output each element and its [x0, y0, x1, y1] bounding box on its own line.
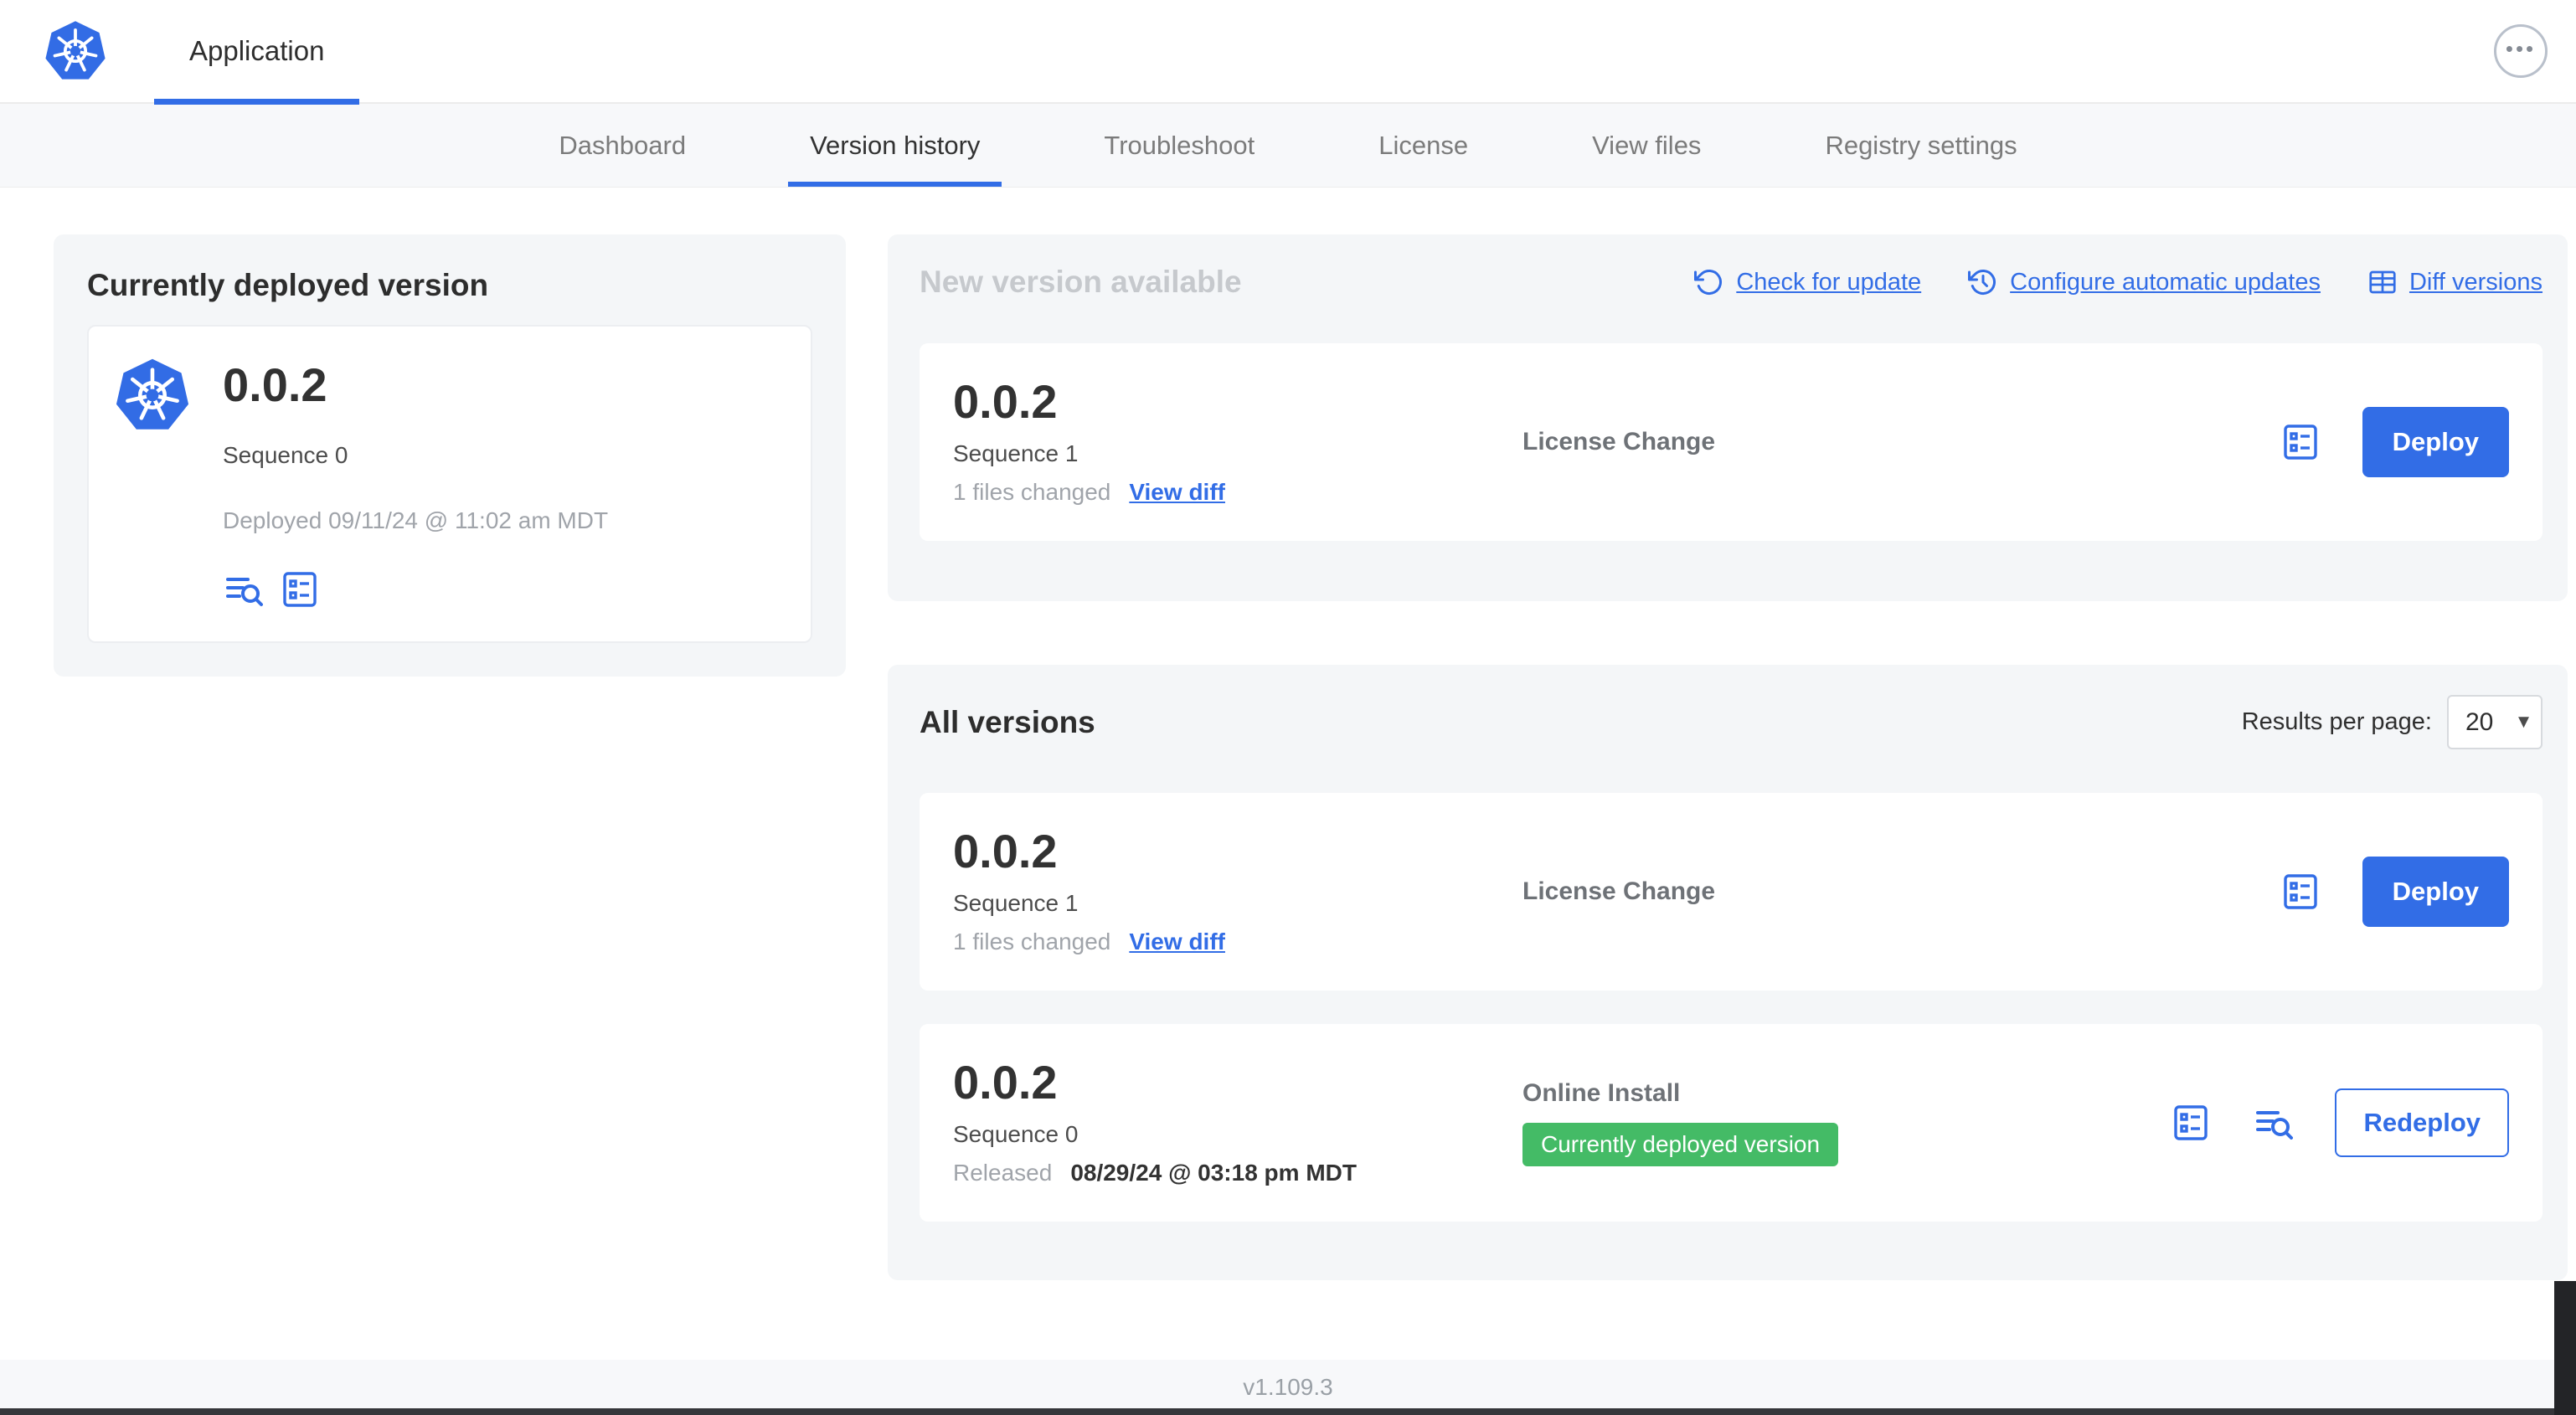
version-source-label: Online Install — [1522, 1079, 1681, 1107]
deploy-button[interactable]: Deploy — [2362, 857, 2509, 927]
released-row: Released 08/29/24 @ 03:18 pm MDT — [953, 1160, 1522, 1186]
version-info: 0.0.2 Sequence 1 1 files changed View di… — [953, 378, 1522, 506]
version-source: Online Install Currently deployed versio… — [1522, 1079, 2146, 1166]
results-per-page-select-wrap: 20 ▾ — [2447, 695, 2543, 749]
app-tab-label: Application — [189, 35, 325, 66]
release-notes-icon[interactable] — [223, 569, 263, 610]
preflight-checks-icon[interactable] — [280, 569, 320, 610]
app-footer: v1.109.3 — [0, 1360, 2576, 1415]
new-version-card: 0.0.2 Sequence 1 1 files changed View di… — [920, 343, 2543, 541]
update-links: Check for update Configure automatic upd… — [1694, 267, 2543, 297]
new-version-header: New version available Check for update C… — [920, 265, 2543, 300]
main-nav: Dashboard Version history Troubleshoot L… — [0, 104, 2576, 188]
deployed-timestamp: Deployed 09/11/24 @ 11:02 am MDT — [223, 507, 609, 533]
current-version-actions — [223, 569, 608, 610]
sequence-label: Sequence 1 — [953, 890, 1079, 916]
diff-versions-label: Diff versions — [2409, 268, 2543, 296]
released-label: Released — [953, 1160, 1053, 1186]
diff-icon — [2369, 270, 2396, 294]
current-version-number: 0.0.2 — [223, 358, 327, 411]
bottom-edge-bar — [0, 1408, 2576, 1415]
version-row: 0.0.2 Sequence 1 1 files changed View di… — [920, 793, 2543, 990]
sequence-label: Sequence 1 — [953, 440, 1079, 466]
redeploy-button[interactable]: Redeploy — [2335, 1088, 2509, 1157]
released-timestamp: 08/29/24 @ 03:18 pm MDT — [1070, 1160, 1357, 1186]
files-changed-row: 1 files changed View diff — [953, 479, 1522, 506]
ellipsis-icon: ••• — [2505, 36, 2537, 61]
version-row: 0.0.2 Sequence 0 Released 08/29/24 @ 03:… — [920, 1024, 2543, 1222]
files-changed-row: 1 files changed View diff — [953, 929, 1522, 955]
console-version: v1.109.3 — [1243, 1374, 1333, 1400]
nav-tab-dashboard[interactable]: Dashboard — [537, 104, 708, 187]
configure-automatic-updates-link[interactable]: Configure automatic updates — [1968, 267, 2321, 297]
sequence-label: Sequence 0 — [953, 1121, 1079, 1147]
view-diff-link[interactable]: View diff — [1129, 929, 1225, 955]
results-per-page-label: Results per page: — [2241, 708, 2432, 735]
currently-deployed-panel: Currently deployed version 0.0.2 Sequenc… — [54, 234, 846, 677]
right-column: New version available Check for update C… — [888, 234, 2568, 1280]
version-source-label: License Change — [1522, 877, 1716, 905]
refresh-icon — [1694, 270, 1723, 295]
configure-automatic-updates-label: Configure automatic updates — [2010, 268, 2321, 296]
kots-admin-console: { "colors": { "accent": "#326DE6", "badg… — [0, 0, 2576, 1415]
all-versions-header: All versions Results per page: 20 ▾ — [920, 695, 2543, 749]
version-source-label: License Change — [1522, 428, 1716, 455]
nav-tab-troubleshoot[interactable]: Troubleshoot — [1082, 104, 1276, 187]
files-changed-label: 1 files changed — [953, 479, 1111, 505]
tab-application[interactable]: Application — [154, 0, 360, 105]
preflight-checks-icon[interactable] — [2171, 1103, 2211, 1143]
check-for-update-label: Check for update — [1736, 268, 1922, 296]
results-per-page-select[interactable]: 20 — [2447, 695, 2543, 749]
version-number: 0.0.2 — [953, 1056, 1058, 1109]
diff-versions-link[interactable]: Diff versions — [2367, 267, 2543, 297]
nav-tab-view-files[interactable]: View files — [1570, 104, 1723, 187]
preflight-checks-icon[interactable] — [2280, 422, 2321, 462]
app-header: Application ••• — [0, 0, 2576, 105]
new-version-title: New version available — [920, 265, 1242, 299]
version-source: License Change — [1522, 877, 2255, 906]
scrollbar-thumb[interactable] — [2554, 1281, 2576, 1415]
current-sequence-label: Sequence 0 — [223, 442, 348, 468]
preflight-checks-icon[interactable] — [2280, 872, 2321, 912]
current-version-card: 0.0.2 Sequence 0 Deployed 09/11/24 @ 11:… — [87, 325, 812, 643]
kubernetes-icon — [114, 357, 191, 434]
nav-tab-license[interactable]: License — [1357, 104, 1490, 187]
version-actions: Deploy — [2280, 407, 2509, 477]
version-actions: Deploy — [2280, 857, 2509, 927]
main-content: Currently deployed version 0.0.2 Sequenc… — [0, 188, 2576, 1360]
new-version-panel: New version available Check for update C… — [888, 234, 2568, 601]
deploy-button[interactable]: Deploy — [2362, 407, 2509, 477]
current-version-details: 0.0.2 Sequence 0 Deployed 09/11/24 @ 11:… — [223, 357, 608, 610]
nav-tab-version-history[interactable]: Version history — [788, 104, 1002, 187]
view-diff-link[interactable]: View diff — [1129, 479, 1225, 506]
kubernetes-logo — [44, 19, 107, 83]
nav-tab-registry-settings[interactable]: Registry settings — [1803, 104, 2038, 187]
version-info: 0.0.2 Sequence 0 Released 08/29/24 @ 03:… — [953, 1059, 1522, 1186]
results-per-page: Results per page: 20 ▾ — [2242, 695, 2543, 749]
files-changed-label: 1 files changed — [953, 929, 1111, 954]
version-info: 0.0.2 Sequence 1 1 files changed View di… — [953, 828, 1522, 955]
all-versions-panel: All versions Results per page: 20 ▾ 0.0.… — [888, 665, 2568, 1280]
version-source: License Change — [1522, 428, 2255, 456]
clock-icon — [1968, 270, 1996, 295]
currently-deployed-title: Currently deployed version — [87, 268, 489, 302]
version-number: 0.0.2 — [953, 375, 1058, 428]
release-notes-icon[interactable] — [2253, 1103, 2294, 1143]
overflow-menu-button[interactable]: ••• — [2494, 24, 2548, 78]
all-versions-title: All versions — [920, 704, 1095, 739]
currently-deployed-badge: Currently deployed version — [1522, 1123, 1839, 1166]
check-for-update-link[interactable]: Check for update — [1694, 267, 1921, 297]
version-number: 0.0.2 — [953, 825, 1058, 877]
version-actions: Redeploy — [2171, 1088, 2509, 1157]
